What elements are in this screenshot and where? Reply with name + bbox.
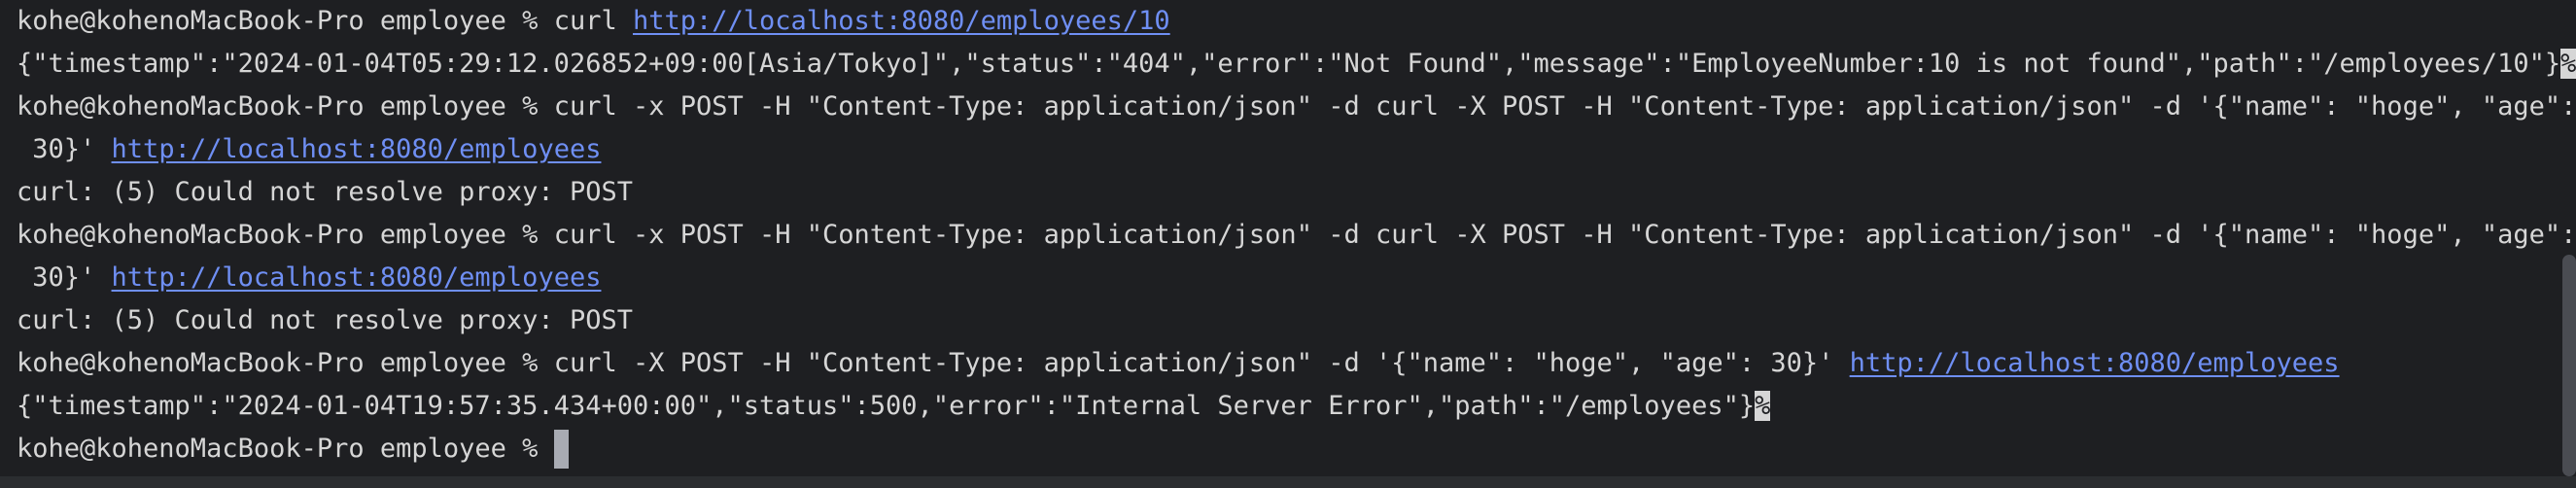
wrapped-command-line: 30}' http://localhost:8080/employees [17, 130, 601, 169]
response-json: {"timestamp":"2024-01-04T05:29:12.026852… [17, 49, 2561, 79]
bottom-divider [0, 476, 2576, 488]
prompt-text: kohe@kohenoMacBook-Pro employee % [17, 434, 554, 464]
url-link[interactable]: http://localhost:8080/employees/10 [633, 6, 1170, 36]
output-line: {"timestamp":"2024-01-04T05:29:12.026852… [17, 45, 2576, 84]
prompt-line: kohe@kohenoMacBook-Pro employee % curl h… [17, 2, 1170, 41]
prompt-line: kohe@kohenoMacBook-Pro employee % curl -… [17, 216, 2576, 255]
output-line: curl: (5) Could not resolve proxy: POST [17, 301, 633, 340]
active-prompt-line[interactable]: kohe@kohenoMacBook-Pro employee % [17, 430, 569, 469]
prompt-text: kohe@kohenoMacBook-Pro employee % [17, 91, 554, 122]
command-text: curl -x POST -H "Content-Type: applicati… [553, 220, 2576, 250]
prompt-line: kohe@kohenoMacBook-Pro employee % curl -… [17, 344, 2340, 383]
error-text: curl: (5) Could not resolve proxy: POST [17, 177, 633, 207]
command-text: 30}' [17, 262, 112, 293]
output-line: curl: (5) Could not resolve proxy: POST [17, 173, 633, 212]
url-link[interactable]: http://localhost:8080/employees [112, 134, 602, 164]
output-line: {"timestamp":"2024-01-04T19:57:35.434+00… [17, 387, 1771, 426]
prompt-text: kohe@kohenoMacBook-Pro employee % [17, 220, 554, 250]
prompt-text: kohe@kohenoMacBook-Pro employee % [17, 348, 554, 378]
prompt-line: kohe@kohenoMacBook-Pro employee % curl -… [17, 87, 2576, 126]
command-text: curl -x POST -H "Content-Type: applicati… [553, 91, 2576, 122]
wrapped-command-line: 30}' http://localhost:8080/employees [17, 259, 601, 297]
command-text: 30}' [17, 134, 112, 164]
end-of-line-marker: % [1755, 391, 1771, 421]
command-text: curl -X POST -H "Content-Type: applicati… [553, 348, 1850, 378]
end-of-line-marker: % [2560, 49, 2576, 79]
command-text: curl [553, 6, 633, 36]
vertical-scrollbar[interactable] [2562, 255, 2576, 476]
url-link[interactable]: http://localhost:8080/employees [112, 262, 602, 293]
url-link[interactable]: http://localhost:8080/employees [1850, 348, 2340, 378]
error-text: curl: (5) Could not resolve proxy: POST [17, 305, 633, 335]
prompt-text: kohe@kohenoMacBook-Pro employee % [17, 6, 554, 36]
text-cursor [553, 430, 569, 469]
response-json: {"timestamp":"2024-01-04T19:57:35.434+00… [17, 391, 1756, 421]
terminal-output[interactable]: kohe@kohenoMacBook-Pro employee % curl h… [17, 0, 2576, 476]
